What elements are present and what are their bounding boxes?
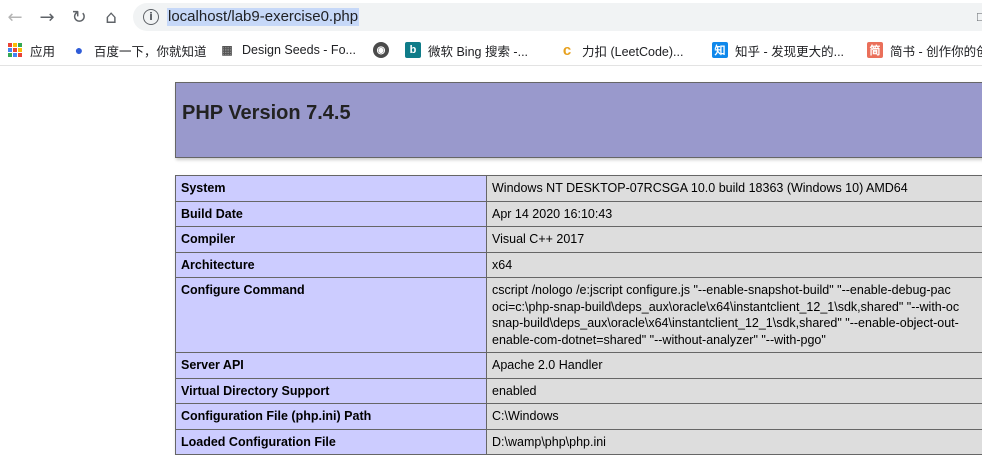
home-icon[interactable]: ⌂ — [99, 5, 123, 29]
arrow-right-icon[interactable]: → — [35, 5, 59, 29]
bookmark-leetcode[interactable]: с 力扣 (LeetCode)... — [559, 41, 683, 59]
value-line: enabled — [492, 383, 982, 400]
value-line: oci=c:\php-snap-build\deps_aux\oracle\x6… — [492, 299, 982, 316]
page-title: PHP Version 7.4.5 — [176, 83, 982, 125]
bing-icon: b — [405, 42, 421, 58]
value-line: Apr 14 2020 16:10:43 — [492, 206, 982, 223]
bookmarks-bar: 应用 ● 百度一下，你就知道 ▦ Design Seeds - Fo... ◉ … — [0, 34, 982, 66]
phpinfo-page: PHP Version 7.4.5 SystemWindows NT DESKT… — [175, 82, 982, 158]
row-key: Server API — [176, 353, 487, 379]
leetcode-icon: с — [559, 42, 575, 58]
php-version-header: PHP Version 7.4.5 — [175, 82, 982, 158]
info-icon[interactable]: i — [143, 9, 159, 25]
apps-grid-icon — [8, 43, 22, 57]
table-row: Loaded Configuration File D:\wamp\php\php… — [176, 429, 982, 455]
value-line: Visual C++ 2017 — [492, 231, 982, 248]
row-value: Apr 14 2020 16:10:43 — [487, 201, 982, 227]
value-line: Apache 2.0 Handler — [492, 357, 982, 374]
table-row: System Windows NT DESKTOP-07RCSGA 10.0 bu… — [176, 176, 982, 202]
row-value: x64 — [487, 252, 982, 278]
row-key: Architecture — [176, 252, 487, 278]
bookmark-jianshu[interactable]: 简 简书 - 创作你的创 — [867, 41, 982, 59]
bookmark-globe[interactable]: ◉ — [373, 41, 396, 59]
value-line: D:\wamp\php\php.ini — [492, 434, 982, 451]
globe-icon: ◉ — [373, 42, 389, 58]
bookmark-label: Design Seeds - Fo... — [242, 43, 356, 57]
row-value: cscript /nologo /e:jscript configure.js … — [487, 278, 982, 353]
bookmark-design-seeds[interactable]: ▦ Design Seeds - Fo... — [219, 41, 356, 59]
value-line: x64 — [492, 257, 982, 274]
row-key: Loaded Configuration File — [176, 429, 487, 455]
bookmark-label: 应用 — [30, 41, 55, 60]
baidu-paw-icon: ● — [71, 42, 87, 58]
info-table: System Windows NT DESKTOP-07RCSGA 10.0 bu… — [175, 175, 982, 455]
row-value: Apache 2.0 Handler — [487, 353, 982, 379]
zhihu-icon: 知 — [712, 42, 728, 58]
row-value: Windows NT DESKTOP-07RCSGA 10.0 build 18… — [487, 176, 982, 202]
bookmark-label: 力扣 (LeetCode)... — [582, 41, 683, 60]
row-value: Visual C++ 2017 — [487, 227, 982, 253]
row-value: enabled — [487, 378, 982, 404]
table-row: Virtual Directory Support enabled — [176, 378, 982, 404]
translate-icon[interactable]: □ — [977, 9, 982, 25]
row-key: Configure Command — [176, 278, 487, 353]
url-text[interactable]: localhost/lab9-exercise0.php — [167, 8, 359, 26]
row-value: C:\Windows — [487, 404, 982, 430]
jianshu-icon: 简 — [867, 42, 883, 58]
bookmark-label: 百度一下，你就知道 — [94, 41, 207, 60]
reload-icon[interactable]: ↻ — [67, 5, 91, 29]
bookmark-baidu[interactable]: ● 百度一下，你就知道 — [71, 41, 207, 59]
arrow-left-icon[interactable]: ← — [3, 5, 27, 29]
design-seeds-icon: ▦ — [219, 42, 235, 58]
row-key: Compiler — [176, 227, 487, 253]
bookmark-label: 简书 - 创作你的创 — [890, 41, 982, 60]
table-row: Server API Apache 2.0 Handler — [176, 353, 982, 379]
table-row: Compiler Visual C++ 2017 — [176, 227, 982, 253]
value-line: Windows NT DESKTOP-07RCSGA 10.0 build 18… — [492, 180, 982, 197]
value-line: enable-com-dotnet=shared" "--without-ana… — [492, 332, 982, 349]
bookmark-zhihu[interactable]: 知 知乎 - 发现更大的... — [712, 41, 844, 59]
table-row: Configure Command cscript /nologo /e:jscr… — [176, 278, 982, 353]
bookmark-label: 知乎 - 发现更大的... — [735, 41, 844, 60]
bookmark-apps[interactable]: 应用 — [8, 41, 55, 59]
value-line: C:\Windows — [492, 408, 982, 425]
bookmark-label: 微软 Bing 搜索 -... — [428, 41, 528, 60]
table-row: Architecture x64 — [176, 252, 982, 278]
table-row: Build Date Apr 14 2020 16:10:43 — [176, 201, 982, 227]
bookmark-bing[interactable]: b 微软 Bing 搜索 -... — [405, 41, 528, 59]
value-line: cscript /nologo /e:jscript configure.js … — [492, 282, 982, 299]
row-value: D:\wamp\php\php.ini — [487, 429, 982, 455]
row-key: Build Date — [176, 201, 487, 227]
value-line: snap-build\deps_aux\oracle\x64\instantcl… — [492, 315, 982, 332]
table-row: Configuration File (php.ini) Path C:\Wind… — [176, 404, 982, 430]
address-bar[interactable]: i localhost/lab9-exercise0.php □ — [133, 3, 982, 31]
row-key: Virtual Directory Support — [176, 378, 487, 404]
browser-toolbar: ← → ↻ ⌂ i localhost/lab9-exercise0.php □ — [0, 0, 982, 34]
row-key: System — [176, 176, 487, 202]
row-key: Configuration File (php.ini) Path — [176, 404, 487, 430]
